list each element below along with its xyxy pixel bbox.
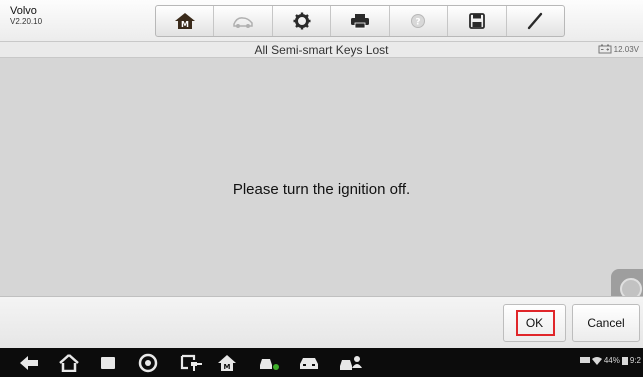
battery-icon xyxy=(621,357,628,365)
message-area: Please turn the ignition off. xyxy=(0,58,643,309)
help-button[interactable]: ? xyxy=(390,6,449,36)
vehicle-swap-button[interactable] xyxy=(214,6,273,36)
settings-button[interactable] xyxy=(273,6,332,36)
help-icon: ? xyxy=(411,14,426,28)
maxisys-home-button[interactable]: M xyxy=(216,353,238,373)
cancel-button[interactable]: Cancel xyxy=(572,304,640,342)
recent-apps-icon xyxy=(101,357,115,369)
edit-button[interactable] xyxy=(507,6,564,36)
back-button[interactable] xyxy=(18,353,40,373)
back-arrow-icon xyxy=(20,356,38,370)
car-diagnostics-icon xyxy=(260,359,279,370)
svg-text:?: ? xyxy=(416,18,421,28)
vci-connection-button[interactable] xyxy=(178,353,206,373)
battery-percent: 44% xyxy=(603,356,620,365)
toolbar: M ? xyxy=(155,5,565,37)
software-version: V2.20.10 xyxy=(10,16,43,26)
function-title-bar: All Semi-smart Keys Lost 12.03V xyxy=(0,42,643,58)
maxisys-home-icon: M xyxy=(218,355,236,371)
recent-apps-button[interactable] xyxy=(97,353,119,373)
edit-icon xyxy=(528,12,543,30)
car-battery-icon xyxy=(598,44,612,54)
instruction-message: Please turn the ignition off. xyxy=(232,181,411,198)
vehicle-menu-button[interactable] xyxy=(298,353,320,373)
clock: 9:2 xyxy=(629,356,641,365)
battery-voltage: 12.03V xyxy=(598,44,639,54)
ok-highlight-box xyxy=(516,310,555,336)
vehicle-swap-icon xyxy=(233,17,253,28)
system-status-area: 44% 9:2 xyxy=(579,356,641,365)
print-button[interactable] xyxy=(331,6,390,36)
vehicle-diagnostics-button[interactable] xyxy=(258,353,280,373)
vehicle-brand: Volvo V2.20.10 xyxy=(10,5,43,26)
page-title: All Semi-smart Keys Lost xyxy=(254,43,389,57)
vci-connection-icon xyxy=(180,354,202,371)
app-header: Volvo V2.20.10 M ? xyxy=(0,0,643,42)
home-icon: M xyxy=(174,13,195,29)
home-outline-icon xyxy=(59,354,79,372)
browser-icon xyxy=(138,353,158,373)
brand-name: Volvo xyxy=(10,5,37,17)
save-button[interactable] xyxy=(448,6,507,36)
wifi-icon xyxy=(591,356,602,365)
home-button[interactable]: M xyxy=(156,6,215,36)
home-nav-button[interactable] xyxy=(58,353,80,373)
save-icon xyxy=(468,13,485,29)
android-navigation-bar: M 44% 9:2 xyxy=(0,348,643,377)
svg-text:M: M xyxy=(181,20,189,29)
car-user-icon xyxy=(340,356,362,370)
remote-expert-button[interactable] xyxy=(338,353,364,373)
browser-button[interactable] xyxy=(137,353,159,373)
settings-gear-icon xyxy=(293,12,311,30)
printer-icon xyxy=(350,14,369,29)
car-icon xyxy=(300,358,318,369)
message-icon xyxy=(579,356,590,363)
svg-text:M: M xyxy=(224,363,231,371)
voltage-value: 12.03V xyxy=(613,44,639,54)
